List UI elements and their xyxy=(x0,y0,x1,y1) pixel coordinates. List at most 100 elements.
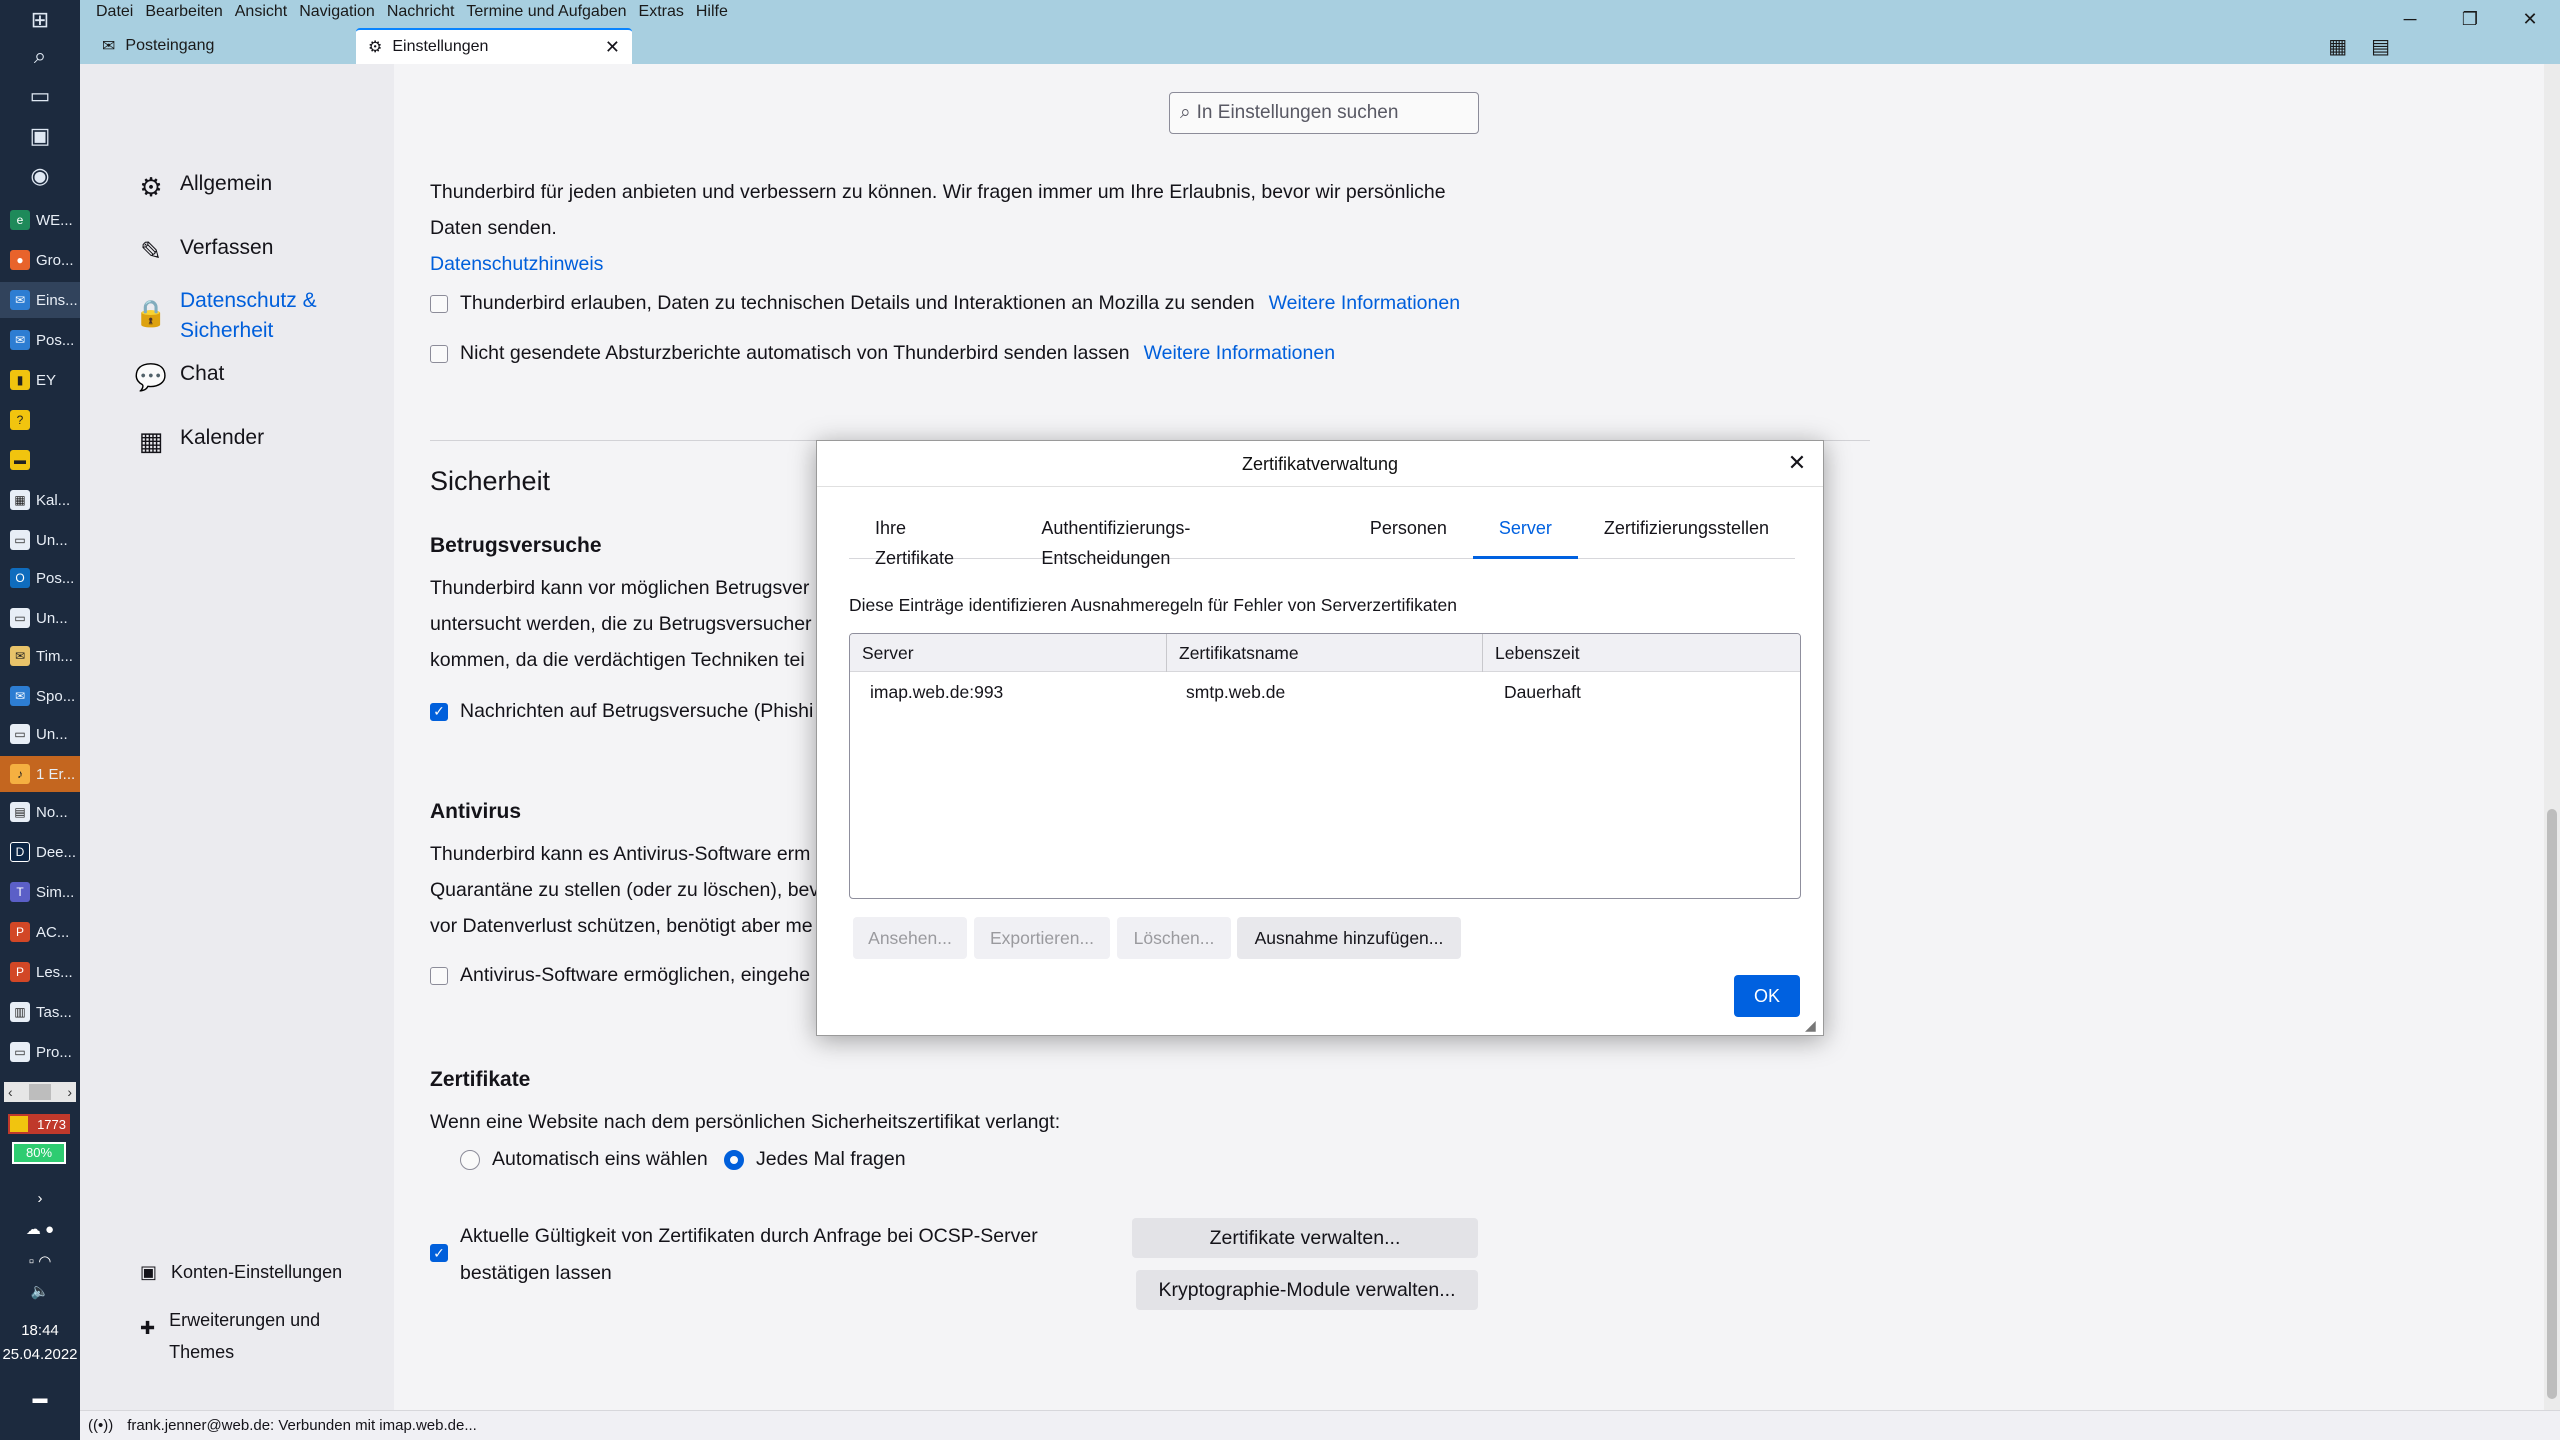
taskbar-item[interactable]: T Sim... xyxy=(0,874,80,910)
mail-icon: ✉ xyxy=(10,646,30,666)
export-button[interactable]: Exportieren... xyxy=(974,917,1110,959)
task-view-icon[interactable]: ▭ xyxy=(0,76,80,116)
mail-count-badge[interactable]: 1773 xyxy=(8,1114,70,1134)
minimize-icon[interactable]: ─ xyxy=(2380,0,2440,38)
explorer-icon: ▬ xyxy=(10,450,30,470)
taskbar-item[interactable]: ? xyxy=(0,402,80,438)
taskbar-item[interactable]: O Pos... xyxy=(0,560,80,596)
column-header-cert-name[interactable]: Zertifikatsname xyxy=(1166,634,1482,672)
teams-icon: T xyxy=(10,882,30,902)
taskbar-item[interactable]: ▬ xyxy=(0,442,80,478)
taskbar-item[interactable]: ♪ 1 Er... xyxy=(0,756,80,792)
table-header: Server Zertifikatsname Lebenszeit xyxy=(850,634,1800,672)
tab-servers[interactable]: Server xyxy=(1472,513,1578,559)
tab-your-certificates[interactable]: Ihre Zertifikate xyxy=(849,513,1015,568)
window-icon: ▭ xyxy=(10,608,30,628)
menu-events-tasks[interactable]: Termine und Aufgaben xyxy=(460,0,632,22)
tab-settings[interactable]: ⚙ Einstellungen ✕ xyxy=(356,28,632,64)
taskbar-item[interactable]: ▦ Kal... xyxy=(0,482,80,518)
firefox-icon: ● xyxy=(10,250,30,270)
chevron-left-icon[interactable]: ‹ xyxy=(8,1084,13,1100)
status-text: frank.jenner@web.de: Verbunden mit imap.… xyxy=(127,1417,477,1434)
delete-button[interactable]: Löschen... xyxy=(1117,917,1231,959)
view-button[interactable]: Ansehen... xyxy=(853,917,967,959)
onedrive-icon[interactable]: ☁ ● xyxy=(0,1220,80,1238)
ok-button[interactable]: OK xyxy=(1734,975,1800,1017)
taskbar-item[interactable]: P Les... xyxy=(0,954,80,990)
taskbar-item[interactable]: ▥ Tas... xyxy=(0,994,80,1030)
notes-icon: ▤ xyxy=(10,802,30,822)
battery-indicator[interactable]: 80% xyxy=(12,1142,66,1164)
gear-icon: ⚙ xyxy=(368,39,383,56)
menu-file[interactable]: Datei xyxy=(90,0,139,22)
taskbar-item[interactable]: ▭ Pro... xyxy=(0,1034,80,1070)
chevron-right-icon[interactable]: › xyxy=(67,1084,72,1100)
help-icon: ? xyxy=(10,410,30,430)
envelope-icon xyxy=(10,1116,28,1132)
column-header-lifetime[interactable]: Lebenszeit xyxy=(1482,634,1800,672)
menu-view[interactable]: Ansicht xyxy=(229,0,293,22)
calendar-icon[interactable]: ▦ xyxy=(2328,34,2347,59)
app-icon[interactable]: ▣ xyxy=(0,116,80,156)
cell-server: imap.web.de:993 xyxy=(870,682,1004,702)
calendar-icon: ▦ xyxy=(10,490,30,510)
column-header-server[interactable]: Server xyxy=(850,634,1166,672)
close-icon[interactable]: ✕ xyxy=(1783,449,1811,477)
menu-navigation[interactable]: Navigation xyxy=(293,0,381,22)
taskbar-scrollbar[interactable]: ‹ › xyxy=(4,1082,76,1102)
window-icon: ▭ xyxy=(10,1042,30,1062)
add-exception-button[interactable]: Ausnahme hinzufügen... xyxy=(1237,917,1461,959)
powerpoint-icon: P xyxy=(10,922,30,942)
cell-lifetime: Dauerhaft xyxy=(1504,682,1581,702)
title-bar: Datei Bearbeiten Ansicht Navigation Nach… xyxy=(80,0,2560,64)
taskbar-item[interactable]: ✉ Pos... xyxy=(0,322,80,358)
taskbar-item[interactable]: e WE... xyxy=(0,202,80,238)
volume-icon[interactable]: 🔈 xyxy=(0,1282,80,1300)
task-manager-icon: ▥ xyxy=(10,1002,30,1022)
notifications-icon[interactable]: ▬ xyxy=(0,1390,80,1407)
tab-inbox[interactable]: ✉ Posteingang xyxy=(90,28,350,64)
taskbar-item[interactable]: ▭ Un... xyxy=(0,716,80,752)
taskbar-item[interactable]: ▭ Un... xyxy=(0,600,80,636)
taskbar-item[interactable]: ▮ EY xyxy=(0,362,80,398)
edge-icon: e xyxy=(10,210,30,230)
taskbar-item[interactable]: ✉ Eins... xyxy=(0,282,80,318)
taskbar-item[interactable]: ● Gro... xyxy=(0,242,80,278)
taskbar-item[interactable]: ✉ Spo... xyxy=(0,678,80,714)
taskbar-item[interactable]: P AC... xyxy=(0,914,80,950)
tab-authorities[interactable]: Zertifizierungsstellen xyxy=(1578,513,1795,559)
app-icon[interactable]: ◉ xyxy=(0,156,80,196)
dialog-title: Zertifikatverwaltung xyxy=(817,441,1823,487)
menu-edit[interactable]: Bearbeiten xyxy=(139,0,228,22)
windows-start-icon[interactable]: ⊞ xyxy=(0,0,80,40)
bell-icon: ♪ xyxy=(10,764,30,784)
taskbar-item[interactable]: ▤ No... xyxy=(0,794,80,830)
taskbar-item[interactable]: ▭ Un... xyxy=(0,522,80,558)
taskbar-item[interactable]: ✉ Tim... xyxy=(0,638,80,674)
server-certificates-table: Server Zertifikatsname Lebenszeit imap.w… xyxy=(849,633,1801,899)
menu-bar: Datei Bearbeiten Ansicht Navigation Nach… xyxy=(90,0,734,22)
clock-date[interactable]: 25.04.2022 xyxy=(0,1346,80,1363)
thunderbird-icon: ✉ xyxy=(10,686,30,706)
network-icon[interactable]: ▫ ◠ xyxy=(0,1252,80,1270)
tasks-icon[interactable]: ▤ xyxy=(2371,34,2390,59)
search-icon[interactable]: ⌕ xyxy=(0,36,80,76)
folder-icon: ▮ xyxy=(10,370,30,390)
menu-tools[interactable]: Extras xyxy=(633,0,690,22)
chevron-right-icon[interactable]: › xyxy=(0,1190,80,1207)
menu-message[interactable]: Nachricht xyxy=(381,0,461,22)
tab-people[interactable]: Personen xyxy=(1344,513,1473,559)
close-icon[interactable]: ✕ xyxy=(2500,0,2560,38)
close-tab-icon[interactable]: ✕ xyxy=(605,37,620,58)
resize-grip-icon[interactable]: ◢ xyxy=(1805,1017,1821,1033)
window-icon: ▭ xyxy=(10,530,30,550)
menu-help[interactable]: Hilfe xyxy=(690,0,734,22)
powerpoint-icon: P xyxy=(10,962,30,982)
taskbar-item[interactable]: D Dee... xyxy=(0,834,80,870)
tab-authentication-decisions[interactable]: Authentifizierungs-Entscheidungen xyxy=(1015,513,1344,568)
restore-icon[interactable]: ❐ xyxy=(2440,0,2500,38)
scroll-thumb[interactable] xyxy=(29,1084,51,1100)
table-row[interactable]: imap.web.de:993 smtp.web.de Dauerhaft xyxy=(850,674,1800,710)
clock-time[interactable]: 18:44 xyxy=(0,1322,80,1339)
deepl-icon: D xyxy=(10,842,30,862)
